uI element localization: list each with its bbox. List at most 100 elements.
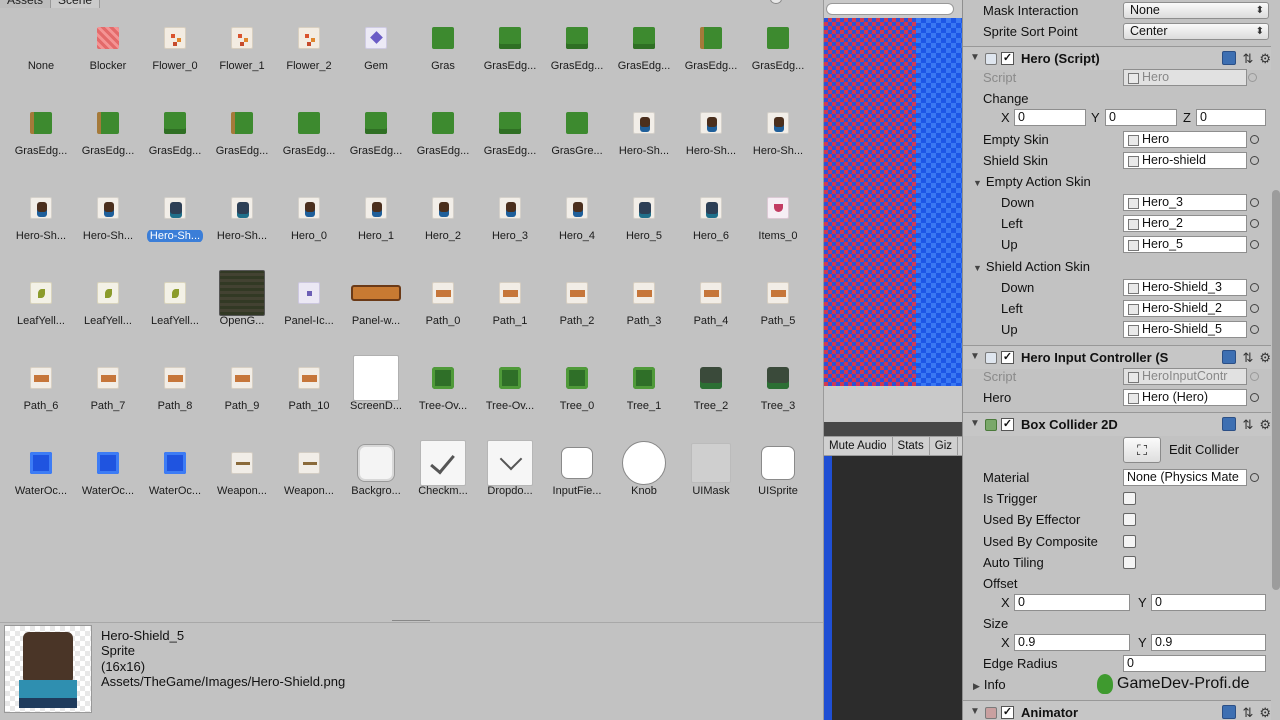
preset-icon[interactable]: ⇅ [1242, 417, 1253, 433]
offset-y-field[interactable]: 0 [1151, 594, 1266, 611]
fold-arrow-icon[interactable]: ▼ [970, 706, 980, 717]
help-book-icon[interactable] [1222, 705, 1237, 719]
input-controller-hero-field[interactable]: Hero (Hero) [1123, 389, 1247, 406]
gear-icon[interactable]: ⚙ [1259, 350, 1271, 366]
shield-skin-label: Shield Skin [983, 153, 1049, 168]
material-field[interactable]: None (Physics Mate [1123, 469, 1247, 486]
size-y-field[interactable]: 0.9 [1151, 634, 1266, 651]
script-label: Script [983, 369, 1017, 384]
fold-arrow-icon[interactable]: ▼ [970, 418, 980, 429]
input-controller-script-field: HeroInputContr [1123, 368, 1247, 385]
shield-left-field[interactable]: Hero-Shield_2 [1123, 300, 1247, 317]
empty-down-field[interactable]: Hero_3 [1123, 194, 1247, 211]
shield-skin-field[interactable]: Hero-shield [1123, 152, 1247, 169]
change-y-field[interactable]: 0 [1105, 109, 1177, 126]
animator-header[interactable]: ▼ ✓ Animator ⇅ ⚙ [963, 700, 1271, 720]
material-row: Material None (Physics Mate [963, 467, 1271, 488]
used-by-effector-row: Used By Effector [963, 509, 1271, 530]
hero-script-row: Script Hero [963, 67, 1271, 88]
box-collider-header[interactable]: ▼ ✓ Box Collider 2D ⇅ ⚙ [963, 412, 1271, 436]
box-collider-icon [985, 419, 997, 431]
change-x-label: X [1001, 110, 1010, 125]
is-trigger-label: Is Trigger [983, 491, 1038, 506]
mask-interaction-row: Mask Interaction None [963, 0, 1271, 21]
change-label-row: Change [963, 88, 1271, 109]
object-picker-icon[interactable] [1250, 393, 1259, 402]
used-by-composite-checkbox[interactable] [1123, 535, 1136, 548]
empty-skin-label: Empty Skin [983, 132, 1049, 147]
hero-script-enabled-checkbox[interactable]: ✓ [1001, 52, 1014, 65]
object-picker-icon[interactable] [1250, 219, 1259, 228]
used-by-effector-checkbox[interactable] [1123, 513, 1136, 526]
shield-left-label: Left [1001, 301, 1023, 316]
empty-action-skin-label[interactable]: Empty Action Skin [973, 174, 1091, 189]
gear-icon[interactable]: ⚙ [1259, 417, 1271, 433]
gear-icon[interactable]: ⚙ [1259, 51, 1271, 67]
empty-left-row: Left Hero_2 [963, 213, 1271, 234]
sprite-sort-point-row: Sprite Sort Point Center [963, 21, 1271, 42]
component-header-icons: ⇅ ⚙ [1222, 51, 1271, 67]
edge-radius-field[interactable]: 0 [1123, 655, 1266, 672]
empty-skin-row: Empty Skin Hero [963, 129, 1271, 150]
offset-y-label: Y [1138, 595, 1147, 610]
inspector-scrollbar[interactable] [1272, 190, 1280, 590]
object-picker-icon[interactable] [1250, 156, 1259, 165]
used-by-composite-row: Used By Composite [963, 531, 1271, 552]
box-collider-enabled-checkbox[interactable]: ✓ [1001, 418, 1014, 431]
empty-down-label: Down [1001, 195, 1035, 210]
inspector-panel: Mask Interaction None Sprite Sort Point … [962, 0, 1280, 720]
offset-vector-row: X 0 Y 0 [963, 592, 1271, 613]
shield-up-field[interactable]: Hero-Shield_5 [1123, 321, 1247, 338]
object-picker-icon[interactable] [1250, 304, 1259, 313]
change-x-field[interactable]: 0 [1014, 109, 1086, 126]
offset-x-field[interactable]: 0 [1014, 594, 1130, 611]
animator-enabled-checkbox[interactable]: ✓ [1001, 706, 1014, 719]
mask-interaction-select[interactable]: None [1123, 2, 1269, 19]
input-controller-script-row: Script HeroInputContr [963, 366, 1271, 387]
fold-arrow-icon[interactable]: ▼ [970, 52, 980, 63]
object-picker-icon[interactable] [1250, 283, 1259, 292]
script-label: Script [983, 70, 1017, 85]
sprite-sort-point-select[interactable]: Center [1123, 23, 1269, 40]
empty-action-skin-foldout[interactable]: Empty Action Skin [963, 171, 1271, 192]
preset-icon[interactable]: ⇅ [1242, 51, 1253, 67]
change-y-label: Y [1091, 110, 1100, 125]
object-picker-icon[interactable] [1250, 325, 1259, 334]
empty-up-field[interactable]: Hero_5 [1123, 236, 1247, 253]
component-header-icons: ⇅ ⚙ [1222, 417, 1271, 433]
is-trigger-checkbox[interactable] [1123, 492, 1136, 505]
change-z-field[interactable]: 0 [1196, 109, 1266, 126]
empty-skin-field[interactable]: Hero [1123, 131, 1247, 148]
edit-collider-button[interactable]: ⛶ [1123, 437, 1161, 463]
object-picker-icon[interactable] [1250, 473, 1259, 482]
help-book-icon[interactable] [1222, 51, 1237, 65]
object-picker-icon[interactable] [1250, 198, 1259, 207]
component-header-icons: ⇅ ⚙ [1222, 350, 1271, 366]
change-vector-row: X 0 Y 0 Z 0 [963, 107, 1271, 128]
auto-tiling-checkbox[interactable] [1123, 556, 1136, 569]
object-picker-icon[interactable] [1250, 240, 1259, 249]
help-book-icon[interactable] [1222, 417, 1237, 431]
size-vector-row: X 0.9 Y 0.9 [963, 632, 1271, 653]
empty-left-field[interactable]: Hero_2 [1123, 215, 1247, 232]
preset-icon[interactable]: ⇅ [1242, 350, 1253, 366]
size-x-field[interactable]: 0.9 [1014, 634, 1130, 651]
shield-down-field[interactable]: Hero-Shield_3 [1123, 279, 1247, 296]
shield-action-skin-label[interactable]: Shield Action Skin [973, 259, 1090, 274]
change-label: Change [983, 91, 1029, 106]
shield-action-skin-foldout[interactable]: Shield Action Skin [963, 256, 1271, 277]
help-book-icon[interactable] [1222, 350, 1237, 364]
auto-tiling-row: Auto Tiling [963, 552, 1271, 573]
edit-collider-label: Edit Collider [1169, 442, 1240, 457]
preset-icon[interactable]: ⇅ [1242, 705, 1253, 720]
box-collider-title: Box Collider 2D [1021, 417, 1118, 432]
input-controller-enabled-checkbox[interactable]: ✓ [1001, 351, 1014, 364]
offset-x-label: X [1001, 595, 1010, 610]
script-field: Hero [1123, 69, 1247, 86]
empty-up-label: Up [1001, 237, 1018, 252]
fold-arrow-icon[interactable]: ▼ [970, 351, 980, 362]
size-y-label: Y [1138, 635, 1147, 650]
object-picker-icon[interactable] [1250, 135, 1259, 144]
gear-icon[interactable]: ⚙ [1259, 705, 1271, 720]
info-label[interactable]: Info [973, 677, 1006, 692]
